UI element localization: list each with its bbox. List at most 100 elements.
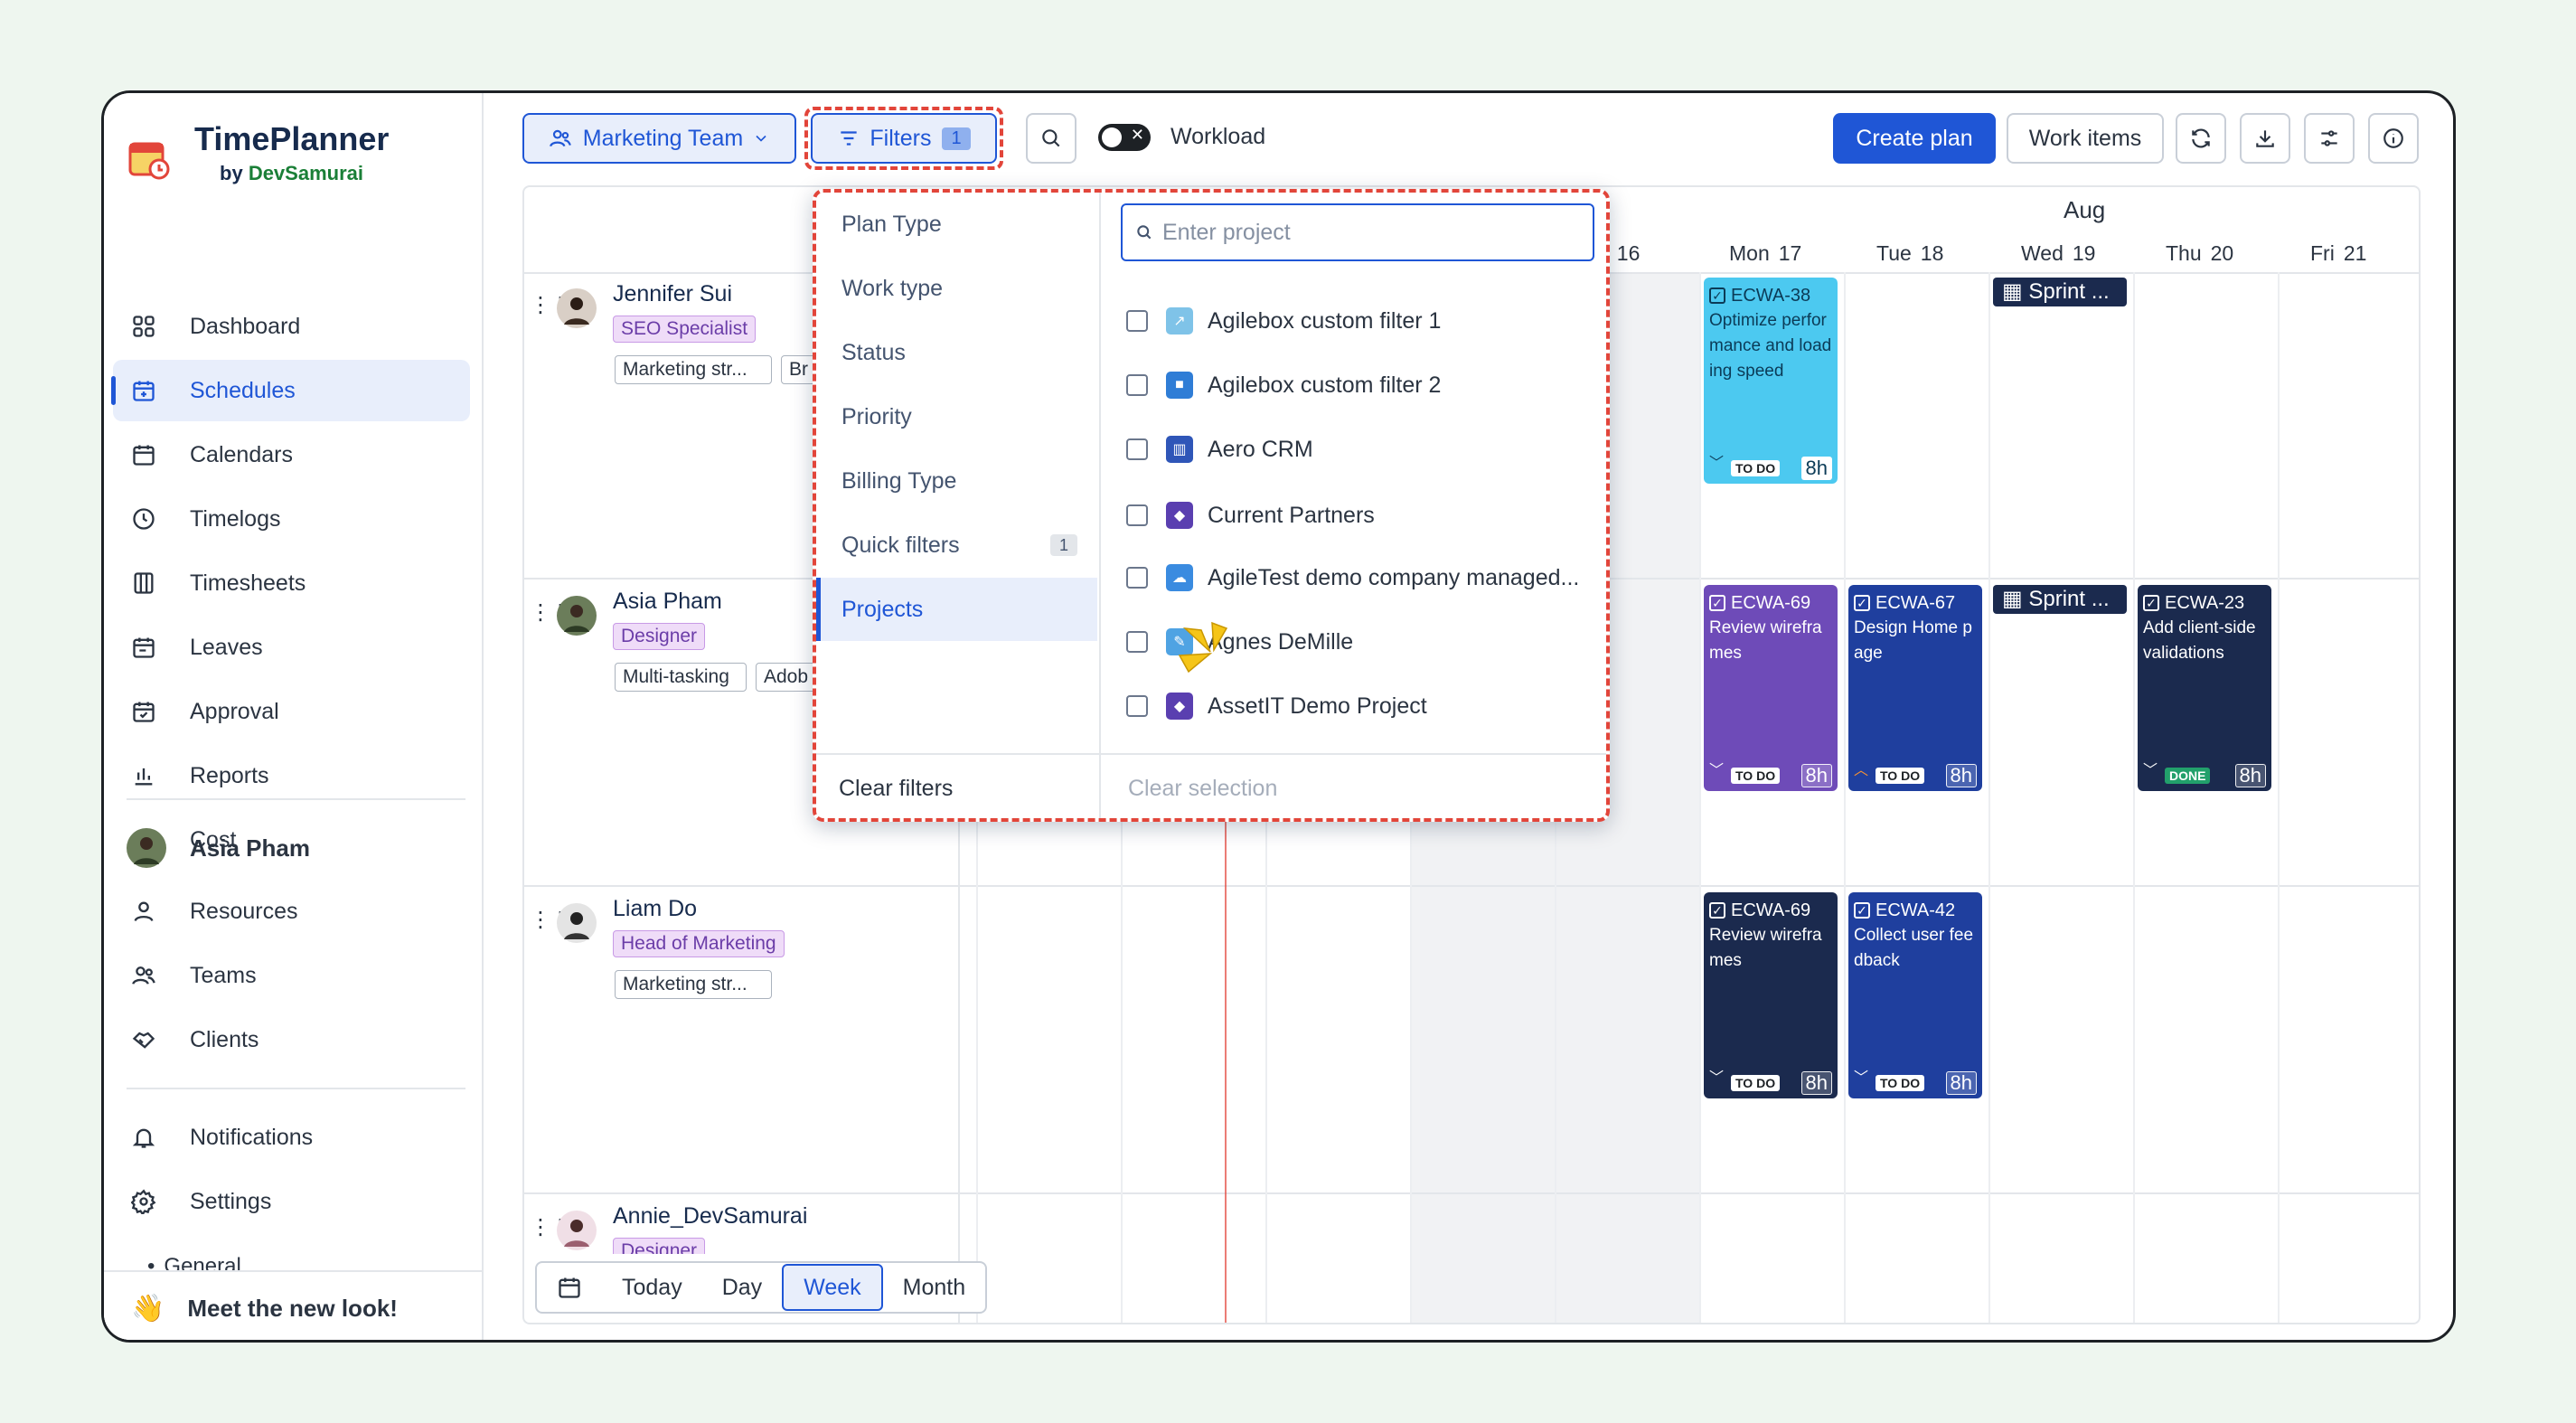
filter-category-quick-filters[interactable]: Quick filters 1 xyxy=(816,514,1097,577)
sidebar-item-approval[interactable]: Approval xyxy=(113,681,470,742)
download-icon xyxy=(2256,130,2274,147)
resource-name[interactable]: Liam Do xyxy=(613,896,697,922)
sidebar-item-clients[interactable]: Clients xyxy=(113,1009,470,1070)
checkbox[interactable] xyxy=(1126,504,1148,526)
task-card[interactable]: ✓ ECWA-38 Optimize performance and loadin… xyxy=(1704,278,1838,484)
app-logo-icon xyxy=(128,142,170,180)
clear-selection-button[interactable]: Clear selection xyxy=(1128,776,1277,802)
sidebar-item-settings[interactable]: Settings xyxy=(113,1171,470,1232)
view-today-button[interactable]: Today xyxy=(602,1263,702,1312)
settings-sliders-button[interactable] xyxy=(2304,113,2355,164)
day-header: Thu 20 xyxy=(2166,241,2234,265)
resource-name[interactable]: Asia Pham xyxy=(613,589,722,615)
project-option[interactable]: ▥ Aero CRM xyxy=(1126,429,1605,469)
status-badge: DONE xyxy=(2165,768,2211,784)
users-icon xyxy=(549,129,571,147)
date-picker-button[interactable] xyxy=(537,1263,602,1312)
project-label: Current Partners xyxy=(1208,502,1375,528)
team-selector[interactable]: Marketing Team xyxy=(522,113,796,164)
current-user[interactable]: Asia Pham xyxy=(127,825,310,871)
sidebar-item-label: Leaves xyxy=(190,634,263,660)
filter-category-billing-type[interactable]: Billing Type xyxy=(816,449,1097,513)
project-label: Agilebox custom filter 2 xyxy=(1208,372,1442,398)
calendar-icon xyxy=(559,1277,580,1298)
day-column-line xyxy=(1699,272,1701,1323)
project-label: AssetIT Demo Project xyxy=(1208,693,1427,719)
sidebar-divider xyxy=(127,1088,465,1089)
create-plan-button[interactable]: Create plan xyxy=(1833,113,1996,164)
view-day-button[interactable]: Day xyxy=(702,1263,782,1312)
sidebar-item-label: Approval xyxy=(190,698,279,724)
task-card[interactable]: ✓ ECWA-42 Collect user feedback ﹀ TO DO 8h xyxy=(1848,892,1982,1098)
sidebar-item-label: Timesheets xyxy=(190,570,306,596)
sidebar-item-label: Timelogs xyxy=(190,505,281,532)
sparkle-annotation-icon xyxy=(1178,621,1228,674)
project-option[interactable]: ■ Agilebox custom filter 2 xyxy=(1126,365,1605,405)
task-card[interactable]: ✓ ECWA-69 Review wireframes ﹀ TO DO 8h xyxy=(1704,585,1838,791)
checkbox[interactable] xyxy=(1126,631,1148,653)
sidebar-item-label: Settings xyxy=(190,1188,272,1214)
sidebar-item-reports[interactable]: Reports xyxy=(113,745,470,806)
checkbox[interactable] xyxy=(1126,695,1148,717)
project-search-input[interactable] xyxy=(1162,219,1587,246)
sidebar-item-calendars[interactable]: Calendars xyxy=(113,424,470,485)
task-title: Review wireframes xyxy=(1709,618,1822,663)
sidebar-item-teams[interactable]: Teams xyxy=(113,945,470,1006)
sidebar-item-timesheets[interactable]: Timesheets xyxy=(113,552,470,614)
skill-tag: Adob xyxy=(756,663,817,692)
sidebar-item-leaves[interactable]: Leaves xyxy=(113,617,470,678)
sidebar-item-timelogs[interactable]: Timelogs xyxy=(113,488,470,550)
search-button[interactable] xyxy=(1026,113,1076,164)
day-header: Mon 17 xyxy=(1729,241,1802,265)
task-card[interactable]: ✓ ECWA-69 Review wireframes ﹀ TO DO 8h xyxy=(1704,892,1838,1098)
sprint-bar[interactable]: ▦ Sprint ... xyxy=(1993,278,2127,306)
new-look-banner[interactable]: 👋 Meet the new look! xyxy=(104,1270,482,1340)
day-column-line xyxy=(2133,272,2135,1323)
download-button[interactable] xyxy=(2240,113,2290,164)
resource-name[interactable]: Jennifer Sui xyxy=(613,281,732,307)
filter-category-priority[interactable]: Priority xyxy=(816,385,1097,448)
task-card[interactable]: ✓ ECWA-67 Design Home page ︿ TO DO 8h xyxy=(1848,585,1982,791)
month-label: Aug xyxy=(2064,196,2106,223)
filter-category-label: Quick filters xyxy=(841,532,960,558)
day-header: Fri 21 xyxy=(2310,241,2367,265)
sidebar-item-resources[interactable]: Resources xyxy=(113,881,470,942)
checkbox[interactable] xyxy=(1126,567,1148,589)
sidebar-item-dashboard[interactable]: Dashboard xyxy=(113,296,470,357)
project-search-field[interactable] xyxy=(1121,203,1594,261)
app-window: TimePlanner by DevSamurai Dashboard Sche… xyxy=(101,90,2456,1343)
workload-toggle[interactable] xyxy=(1098,124,1151,151)
view-week-button[interactable]: Week xyxy=(782,1264,883,1311)
waving-hand-icon: 👋 xyxy=(131,1293,165,1324)
work-items-button[interactable]: Work items xyxy=(2007,113,2164,164)
calendar-plus-icon xyxy=(131,378,156,403)
filter-category-work-type[interactable]: Work type xyxy=(816,257,1097,320)
project-option[interactable]: ◆ AssetIT Demo Project xyxy=(1126,686,1605,726)
brand[interactable]: TimePlanner by DevSamurai xyxy=(127,120,470,193)
sidebar-item-notifications[interactable]: Notifications xyxy=(113,1107,470,1168)
skill-tag: Br xyxy=(781,355,817,384)
project-option[interactable]: ◆ Current Partners xyxy=(1126,495,1605,535)
filters-button[interactable]: Filters 1 xyxy=(811,113,997,164)
resource-name[interactable]: Annie_DevSamurai xyxy=(613,1203,807,1230)
clear-filters-button[interactable]: Clear filters xyxy=(839,776,953,802)
view-month-button[interactable]: Month xyxy=(883,1263,985,1312)
checkbox[interactable] xyxy=(1126,310,1148,332)
filter-category-projects[interactable]: Projects xyxy=(816,578,1097,641)
role-badge: Designer xyxy=(613,1238,706,1254)
search-icon xyxy=(1042,129,1060,147)
filter-category-plan-type[interactable]: Plan Type xyxy=(816,193,1097,256)
project-option[interactable]: ☁ AgileTest demo company managed... xyxy=(1126,558,1605,598)
sidebar-item-schedules[interactable]: Schedules xyxy=(111,360,470,421)
checkbox[interactable] xyxy=(1126,374,1148,396)
refresh-button[interactable] xyxy=(2176,113,2226,164)
sprint-bar[interactable]: ▦ Sprint ... xyxy=(1993,585,2127,614)
info-button[interactable] xyxy=(2368,113,2419,164)
checkbox[interactable] xyxy=(1126,438,1148,460)
sidebar-item-label: Dashboard xyxy=(190,313,301,339)
filter-category-status[interactable]: Status xyxy=(816,321,1097,384)
project-option[interactable]: ↗ Agilebox custom filter 1 xyxy=(1126,301,1605,341)
workload-label: Workload xyxy=(1170,124,1266,149)
calendar-icon: ▦ xyxy=(2002,279,2029,304)
task-card[interactable]: ✓ ECWA-23 Add client-side validations ﹀ D… xyxy=(2138,585,2271,791)
